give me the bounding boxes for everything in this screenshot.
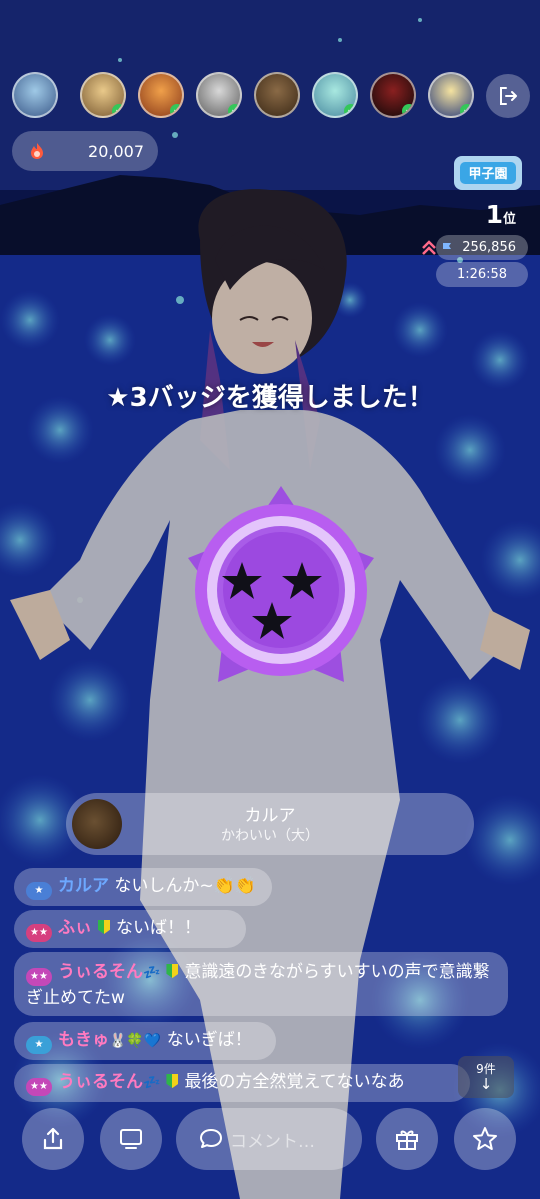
gift-notification-card: カルア かわいい（大） bbox=[66, 793, 474, 855]
star-icon bbox=[473, 1127, 497, 1150]
stream-timer-value: 1:26:58 bbox=[456, 267, 508, 282]
down-arrow-icon: ↓ bbox=[479, 1075, 493, 1093]
rank-number: 1 bbox=[485, 200, 503, 229]
exit-icon bbox=[500, 87, 517, 105]
comment-item[interactable]: ★ もきゅ🐰🍀💙 ないぎば！ bbox=[14, 1022, 276, 1060]
rank-suffix: 位 bbox=[502, 212, 516, 227]
comment-item[interactable]: ★ カルア ないしんか~👏👏 bbox=[14, 868, 272, 906]
verified-icon: ✓ bbox=[402, 104, 414, 116]
verified-icon: ✓ bbox=[228, 104, 240, 116]
comment-input[interactable]: コメント… bbox=[176, 1108, 362, 1170]
exit-button[interactable] bbox=[486, 74, 530, 118]
share-icon bbox=[43, 1127, 63, 1150]
speech-bubble-icon bbox=[200, 1129, 222, 1148]
gift-icon bbox=[396, 1130, 418, 1150]
comment-text: ないしんか~👏👏 bbox=[114, 876, 256, 896]
beginner-mark-icon bbox=[166, 964, 179, 978]
username-emoji: 💤 bbox=[143, 965, 161, 981]
share-button[interactable] bbox=[22, 1108, 84, 1170]
username-emoji: 💤 bbox=[143, 1075, 161, 1091]
three-star-badge-icon bbox=[188, 486, 374, 682]
flag-icon bbox=[443, 242, 452, 254]
comment-item[interactable]: ★★ ふぃ ないば！！ bbox=[14, 910, 246, 948]
event-score-value: 256,856 bbox=[462, 240, 516, 255]
viewer-avatar[interactable] bbox=[12, 72, 58, 118]
username-emoji: 🐰🍀💙 bbox=[109, 1033, 162, 1049]
points-counter[interactable]: 20,007 bbox=[12, 131, 158, 171]
rank-display: 1位 bbox=[486, 200, 516, 229]
viewer-avatar[interactable]: ✓ bbox=[428, 72, 474, 118]
fan-badge-icon: ★ bbox=[26, 882, 52, 900]
gift-sender-name: カルア bbox=[244, 806, 296, 826]
comment-item[interactable]: ★★ うぃるそん💤 意識遠のきながらすいすいの声で意識繋ぎ止めてたw bbox=[14, 952, 508, 1016]
event-logo[interactable]: 甲子園 bbox=[450, 150, 526, 196]
stream-timer: 1:26:58 bbox=[436, 262, 528, 287]
viewer-avatar[interactable] bbox=[254, 72, 300, 118]
verified-icon: ✓ bbox=[344, 104, 356, 116]
comment-text: ないぎば！ bbox=[166, 1030, 252, 1050]
comment-text: 最後の方全然覚えてないなあ bbox=[184, 1072, 405, 1092]
event-logo-text: 甲子園 bbox=[468, 166, 507, 182]
beginner-mark-icon bbox=[166, 1074, 179, 1088]
favorite-button[interactable] bbox=[454, 1108, 516, 1170]
viewer-avatar-list: ✓ ✓ ✓ ✓ ✓ ✓ bbox=[10, 72, 480, 122]
unread-comments-button[interactable]: 9件 ↓ bbox=[458, 1056, 514, 1098]
screen-icon bbox=[120, 1129, 142, 1149]
comment-username[interactable]: カルア bbox=[58, 876, 109, 896]
viewer-avatar[interactable]: ✓ bbox=[370, 72, 416, 118]
viewer-avatar[interactable]: ✓ bbox=[80, 72, 126, 118]
gift-button[interactable] bbox=[376, 1108, 438, 1170]
viewer-avatar[interactable]: ✓ bbox=[312, 72, 358, 118]
comment-text: ないば！！ bbox=[116, 918, 201, 938]
comment-username[interactable]: ふぃ bbox=[58, 918, 92, 938]
comment-item[interactable]: ★★ うぃるそん💤 最後の方全然覚えてないなあ bbox=[14, 1064, 470, 1102]
event-score: 256,856 bbox=[436, 235, 528, 260]
comment-placeholder: コメント… bbox=[230, 1131, 315, 1152]
comment-username[interactable]: もきゅ bbox=[58, 1030, 109, 1050]
gift-item-name: かわいい（大） bbox=[221, 828, 319, 844]
fire-icon bbox=[31, 143, 43, 159]
verified-icon: ✓ bbox=[460, 104, 472, 116]
viewer-avatar[interactable]: ✓ bbox=[138, 72, 184, 118]
verified-icon: ✓ bbox=[170, 104, 182, 116]
fan-badge-icon: ★★ bbox=[26, 924, 52, 942]
fan-badge-icon: ★ bbox=[26, 1036, 52, 1054]
badge-earned-message: ★3バッジを獲得しました！ bbox=[106, 383, 434, 413]
points-value: 20,007 bbox=[88, 141, 144, 161]
fan-badge-icon: ★★ bbox=[26, 968, 52, 986]
comment-username[interactable]: うぃるそん bbox=[58, 1072, 143, 1092]
verified-icon: ✓ bbox=[112, 104, 124, 116]
viewer-avatar[interactable]: ✓ bbox=[196, 72, 242, 118]
screen-toggle-button[interactable] bbox=[100, 1108, 162, 1170]
fan-badge-icon: ★★ bbox=[26, 1078, 52, 1096]
beginner-mark-icon bbox=[98, 920, 110, 934]
comment-username[interactable]: うぃるそん bbox=[58, 962, 143, 982]
